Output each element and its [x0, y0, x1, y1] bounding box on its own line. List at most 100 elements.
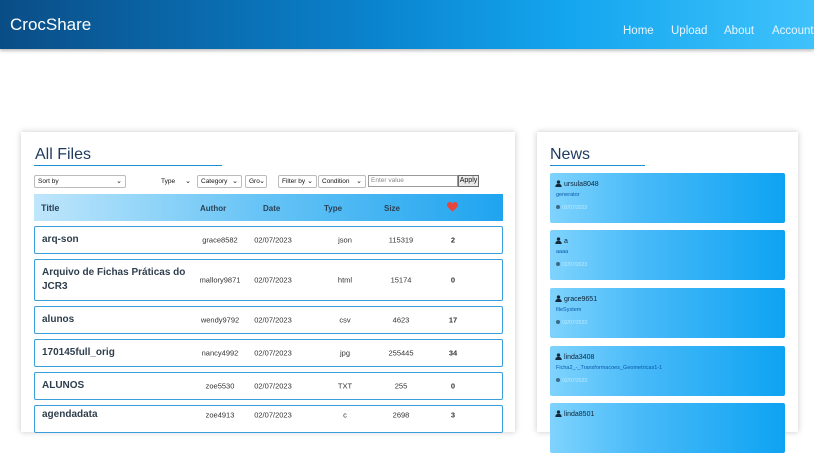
apply-button[interactable]: Apply: [458, 175, 479, 187]
file-type: c: [343, 410, 347, 420]
table-row[interactable]: Arquivo de Fichas Práticas do JCR3 mallo…: [34, 259, 503, 301]
clock-icon: [556, 262, 560, 266]
news-title: News: [550, 146, 591, 163]
file-likes: 2: [450, 235, 456, 245]
type-select[interactable]: Type ⌄: [157, 175, 195, 188]
news-user-line: grace9651: [555, 295, 597, 303]
filter-value-input[interactable]: Enter value: [368, 175, 458, 187]
group-select[interactable]: Gro ⌄: [245, 175, 267, 188]
news-item[interactable]: ursula8048 generator 02/07/2023: [550, 173, 785, 223]
chevron-down-icon: ⌄: [356, 178, 362, 185]
clock-icon: [556, 205, 560, 209]
file-date: 02/07/2023: [254, 410, 292, 420]
file-date: 02/07/2023: [254, 315, 292, 325]
condition-select[interactable]: Condition ⌄: [318, 175, 366, 188]
category-select-label: Category: [201, 178, 228, 185]
user-icon: [555, 353, 562, 360]
file-type: csv: [339, 315, 351, 325]
user-icon: [555, 180, 562, 187]
heart-icon[interactable]: [447, 202, 458, 212]
news-item[interactable]: linda8501: [550, 403, 785, 453]
file-title[interactable]: 170145full_orig: [42, 346, 192, 360]
news-file-link[interactable]: aaaa: [556, 249, 568, 255]
news-user-line: ursula8048: [555, 180, 599, 188]
news-date: 02/07/2023: [562, 205, 588, 211]
column-size[interactable]: Size: [384, 204, 400, 213]
news-user[interactable]: linda3408: [564, 354, 594, 361]
news-date-line: 02/07/2023: [556, 205, 587, 211]
file-title[interactable]: agendadata: [42, 408, 192, 422]
file-type: html: [337, 275, 353, 285]
all-files-underline: [34, 165, 222, 166]
news-file-link[interactable]: Ficha2_-_Transformacoes_Geometricas1-1: [556, 365, 662, 371]
file-size: 2698: [392, 410, 410, 420]
file-size: 255: [394, 381, 408, 391]
file-title[interactable]: Arquivo de Fichas Práticas do JCR3: [42, 266, 192, 294]
news-item[interactable]: a aaaa 02/07/2023: [550, 230, 785, 280]
file-size: 4623: [392, 315, 410, 325]
brand-logo[interactable]: CrocShare: [10, 15, 91, 35]
table-header: Title Author Date Type Size: [34, 194, 503, 221]
nav-link-about[interactable]: About: [724, 25, 754, 37]
news-date-line: 02/07/2023: [556, 378, 587, 384]
file-author: wendy9792: [200, 315, 240, 325]
file-likes: 17: [448, 315, 458, 325]
chevron-down-icon: ⌄: [259, 178, 265, 185]
file-date: 02/07/2023: [254, 275, 292, 285]
table-row[interactable]: alunos wendy9792 02/07/2023 csv 4623 17: [34, 306, 503, 334]
file-size: 15174: [390, 275, 412, 285]
file-type: jpg: [339, 348, 350, 358]
column-type[interactable]: Type: [324, 204, 342, 213]
clock-icon: [556, 320, 560, 324]
table-row[interactable]: ALUNOS zoe5530 02/07/2023 TXT 255 0: [34, 372, 503, 400]
column-date[interactable]: Date: [263, 204, 280, 213]
file-date: 02/07/2023: [254, 381, 292, 391]
condition-label: Condition: [322, 178, 350, 185]
clock-icon: [556, 378, 560, 382]
news-date: 02/07/2023: [562, 378, 588, 384]
user-icon: [555, 295, 562, 302]
news-item[interactable]: linda3408 Ficha2_-_Transformacoes_Geomet…: [550, 346, 785, 396]
file-likes: 0: [450, 381, 456, 391]
file-type: json: [338, 235, 352, 245]
file-title[interactable]: arq-son: [42, 233, 192, 247]
nav-link-account[interactable]: Account: [772, 25, 814, 37]
file-date: 02/07/2023: [254, 348, 292, 358]
file-author: grace8582: [202, 235, 238, 245]
news-file-link[interactable]: fileSystem: [556, 307, 581, 313]
filter-by-label: Filter by: [282, 178, 306, 185]
news-date-line: 02/07/2023: [556, 320, 587, 326]
chevron-down-icon: ⌄: [232, 178, 238, 185]
file-likes: 34: [448, 348, 458, 358]
news-user[interactable]: a: [564, 238, 568, 245]
file-title[interactable]: alunos: [42, 313, 192, 327]
nav-link-upload[interactable]: Upload: [671, 25, 707, 37]
navbar: CrocShare Home Upload About Account: [0, 0, 814, 49]
news-date-line: 02/07/2023: [556, 262, 587, 268]
file-size: 115319: [388, 235, 414, 245]
news-item[interactable]: grace9651 fileSystem 02/07/2023: [550, 288, 785, 338]
file-likes: 0: [450, 275, 456, 285]
filter-by-select[interactable]: Filter by ⌄: [278, 175, 317, 188]
file-type: TXT: [337, 381, 353, 391]
all-files-title: All Files: [35, 146, 92, 163]
news-file-link[interactable]: generator: [556, 192, 580, 198]
chevron-down-icon: ⌄: [307, 178, 313, 185]
category-select[interactable]: Category ⌄: [197, 175, 242, 188]
file-title[interactable]: ALUNOS: [42, 379, 192, 393]
news-user[interactable]: grace9651: [564, 296, 597, 303]
column-title[interactable]: Title: [41, 203, 59, 213]
file-author: mallory9871: [199, 275, 241, 285]
news-user[interactable]: ursula8048: [564, 181, 599, 188]
table-row[interactable]: agendadata zoe4913 02/07/2023 c 2698 3: [34, 405, 503, 433]
table-row[interactable]: 170145full_orig nancy4992 02/07/2023 jpg…: [34, 339, 503, 367]
sort-by-select[interactable]: Sort by ⌄: [34, 175, 126, 188]
file-likes: 3: [450, 410, 456, 420]
column-author[interactable]: Author: [200, 204, 226, 213]
user-icon: [555, 237, 562, 244]
nav-link-home[interactable]: Home: [623, 25, 654, 37]
user-icon: [555, 410, 562, 417]
news-user[interactable]: linda8501: [564, 411, 594, 418]
table-row[interactable]: arq-son grace8582 02/07/2023 json 115319…: [34, 226, 503, 254]
news-user-line: a: [555, 237, 568, 245]
